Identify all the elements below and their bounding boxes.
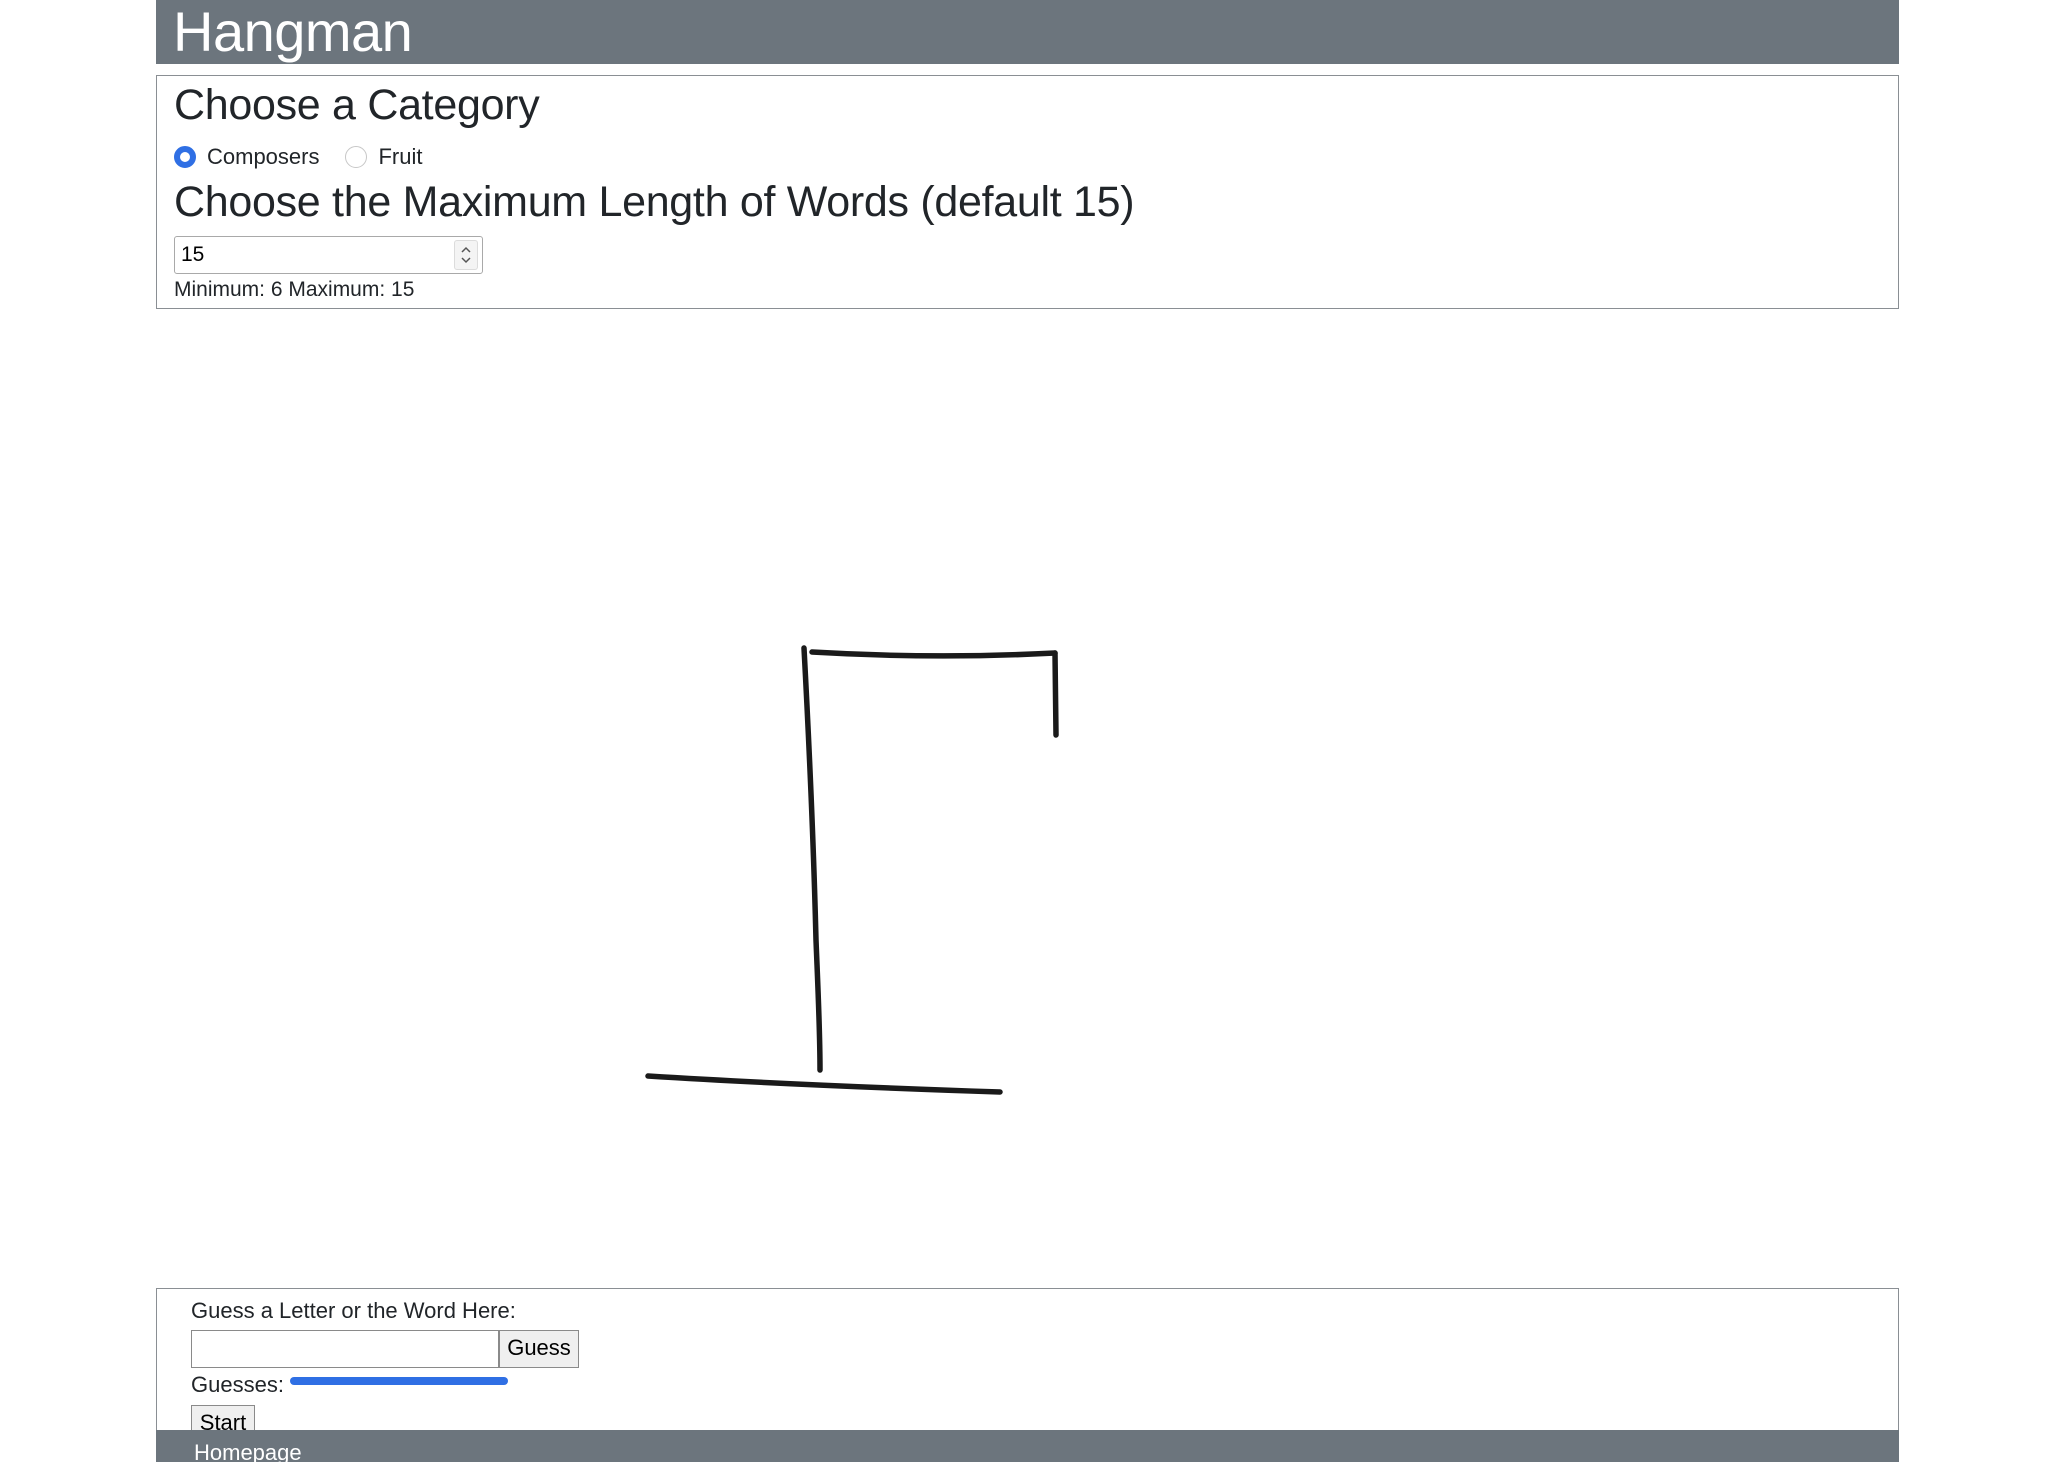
guesses-bar <box>289 1377 508 1385</box>
guesses-label: Guesses: <box>191 1372 284 1397</box>
guess-button[interactable]: Guess <box>499 1330 579 1368</box>
radio-button-composers[interactable] <box>174 146 196 168</box>
settings-panel: Choose a Category Composers Fruit Choose… <box>156 75 1899 309</box>
radio-button-fruit[interactable] <box>345 146 368 168</box>
guess-input[interactable] <box>191 1330 499 1368</box>
max-length-input[interactable]: 15 <box>174 236 483 274</box>
gallows-rope <box>1052 650 1059 738</box>
guess-label: Guess a Letter or the Word Here: <box>191 1298 516 1323</box>
hangman-page: Hangman Choose a Category Composers Frui… <box>0 0 2052 1462</box>
app-title: Hangman <box>173 0 413 63</box>
range-hint: Minimum: 6 Maximum: 15 <box>174 278 415 301</box>
homepage-link[interactable]: Homepage <box>194 1430 302 1462</box>
category-option-fruit[interactable]: Fruit <box>345 142 422 172</box>
app-header: Hangman <box>156 0 1899 64</box>
gallows-pole <box>801 645 823 1073</box>
footer: Homepage <box>156 1430 1899 1462</box>
radio-label-composers: Composers <box>207 144 320 169</box>
guesses-row: Guesses: <box>191 1370 508 1400</box>
category-heading: Choose a Category <box>174 81 540 129</box>
gallows-beam <box>809 649 1058 659</box>
radio-label-fruit: Fruit <box>378 144 423 169</box>
gallows-base <box>645 1073 1003 1095</box>
category-option-composers[interactable]: Composers <box>174 142 319 172</box>
max-length-value: 15 <box>181 243 205 266</box>
max-length-heading: Choose the Maximum Length of Words (defa… <box>174 178 1135 226</box>
category-radio-group: Composers Fruit <box>174 142 448 172</box>
chevron-up-down-icon <box>461 246 471 264</box>
spinner-buttons[interactable] <box>454 240 478 270</box>
